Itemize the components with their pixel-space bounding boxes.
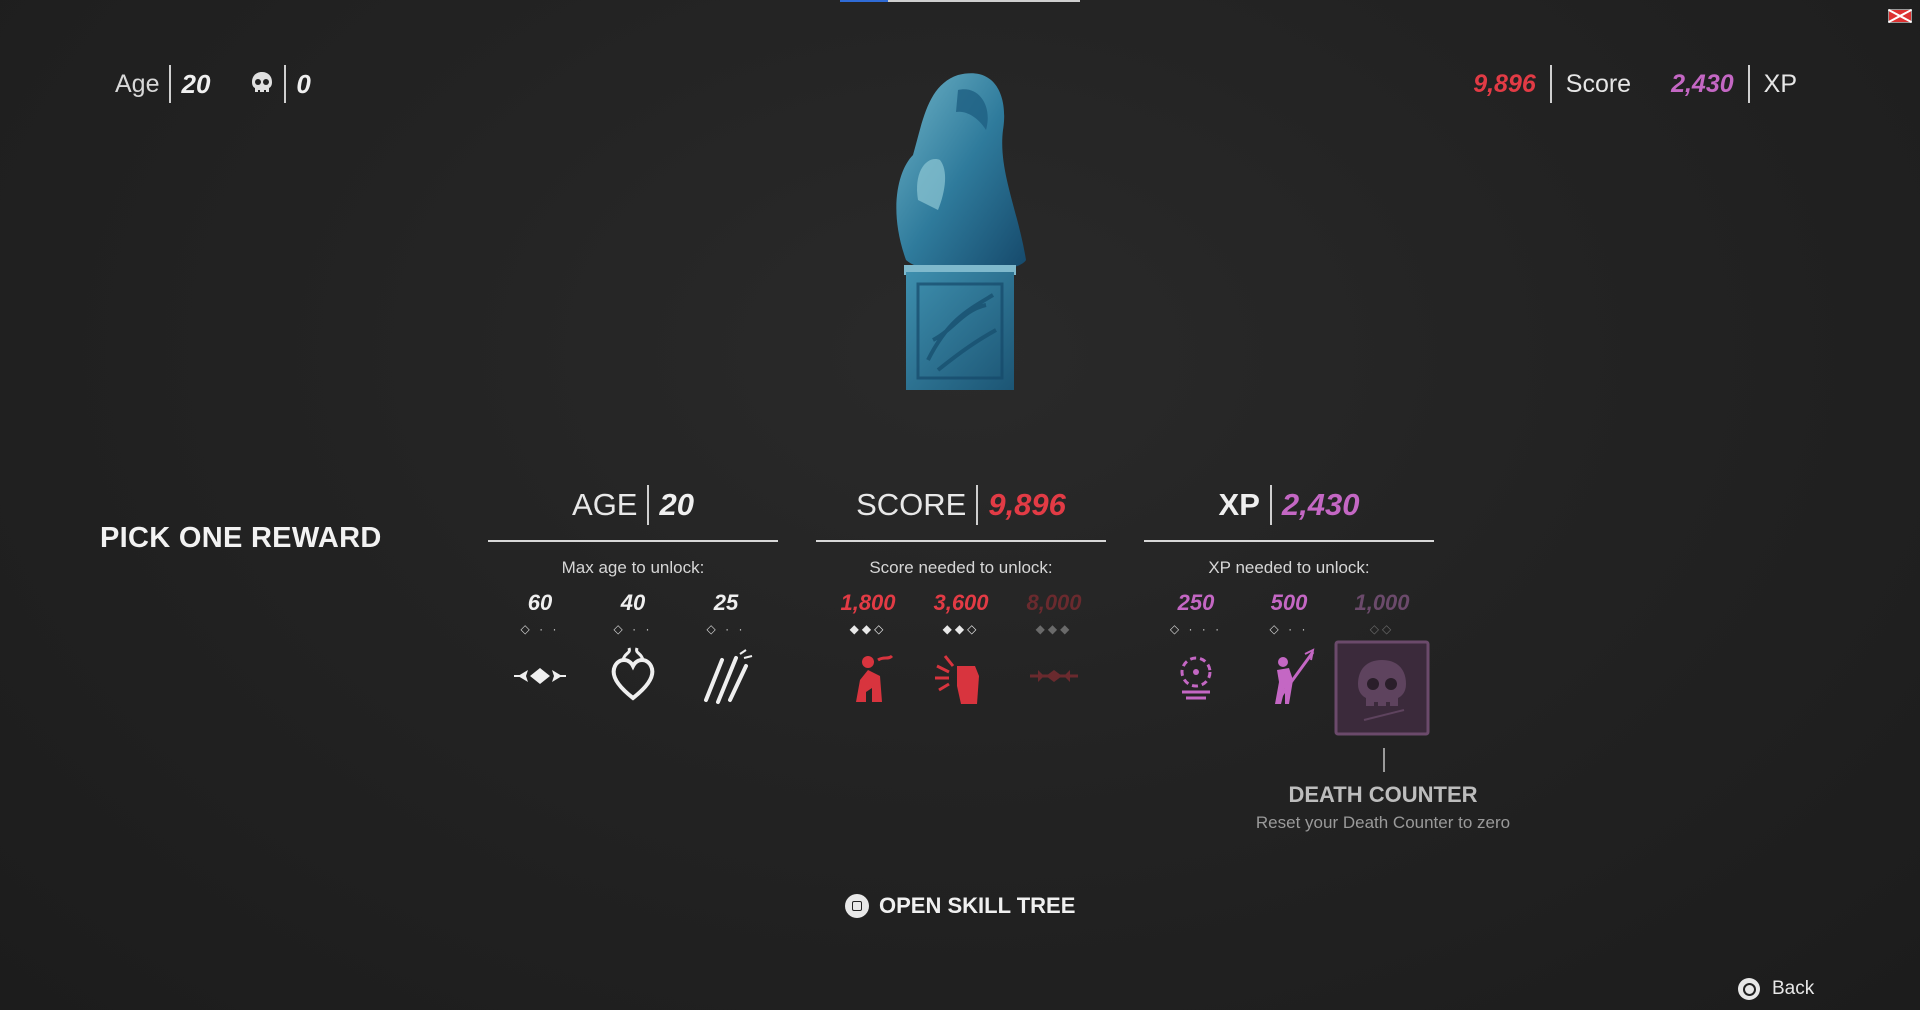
- slashes-icon: [704, 649, 753, 704]
- back-button[interactable]: Back: [1738, 978, 1814, 1000]
- reward-xp-250[interactable]: 250 ◇ · · ·: [1154, 590, 1238, 736]
- tooltip-description: Reset your Death Counter to zero: [1255, 813, 1511, 832]
- reward-age-25[interactable]: 25 ◇ · ·: [684, 590, 768, 706]
- reward-xp-500[interactable]: 500 ◇ · ·: [1247, 590, 1331, 736]
- xp-value: 2,430: [1671, 69, 1734, 98]
- deaths-value: 0: [296, 68, 311, 99]
- hud-age-deaths: Age 20 0: [115, 65, 311, 103]
- xp-head-value: 2,430: [1281, 487, 1360, 522]
- xp-column: XP 2,430 XP needed to unlock: 250 ◇ · · …: [1144, 480, 1434, 736]
- top-progress-line: [840, 0, 1080, 2]
- square-button-icon: [845, 894, 869, 918]
- score-head-label: SCORE: [856, 487, 967, 522]
- fist-burst-icon: [935, 655, 979, 704]
- skull-icon: [252, 72, 273, 92]
- skull-frame-icon: [1334, 640, 1430, 736]
- locked-diamond-icon: [1030, 670, 1078, 682]
- skill-tree-label: OPEN SKILL TREE: [879, 893, 1076, 918]
- reward-xp-1000[interactable]: 1,000 ◇◇: [1334, 590, 1430, 736]
- age-column-subtitle: Max age to unlock:: [561, 558, 705, 577]
- reward-age-60[interactable]: 60 ◇ · ·: [498, 590, 582, 706]
- circle-button-icon: [1738, 978, 1760, 1000]
- age-head-label: AGE: [572, 487, 638, 522]
- dragon-statue-image: [896, 73, 1026, 390]
- reward-age-40[interactable]: 40 ◇ · ·: [591, 590, 675, 706]
- score-value: 9,896: [1473, 69, 1536, 98]
- reward-score-3600[interactable]: 3,600 ◆◆◇: [919, 590, 1003, 706]
- tooltip-connector: [1383, 748, 1385, 772]
- age-head-value: 20: [659, 487, 694, 522]
- spear-figure-icon: [1275, 648, 1315, 704]
- tooltip-title: DEATH COUNTER: [1288, 782, 1478, 807]
- back-label: Back: [1772, 978, 1815, 999]
- target-icon: [1180, 656, 1212, 700]
- xp-head-label: XP: [1218, 487, 1260, 522]
- age-label: Age: [115, 69, 160, 98]
- score-label: Score: [1565, 69, 1632, 98]
- diamond-wings-icon: [514, 668, 566, 684]
- flag-icon: [1888, 9, 1912, 23]
- flaming-heart-icon: [611, 647, 655, 701]
- score-head-value: 9,896: [988, 487, 1066, 522]
- score-column-subtitle: Score needed to unlock:: [869, 558, 1053, 577]
- xp-column-subtitle: XP needed to unlock:: [1208, 558, 1370, 577]
- score-column: SCORE 9,896 Score needed to unlock: 1,80…: [816, 480, 1106, 706]
- reward-score-8000[interactable]: 8,000 ◆◆◆: [1012, 590, 1096, 706]
- reward-score-1800[interactable]: 1,800 ◆◆◇: [826, 590, 910, 706]
- crouching-figure-icon: [856, 654, 894, 702]
- xp-label: XP: [1763, 69, 1797, 98]
- age-value: 20: [181, 68, 211, 99]
- age-column: AGE 20 Max age to unlock: 60 ◇ · · 40 ◇ …: [488, 480, 778, 706]
- hud-score-xp: 9,896 Score 2,430 XP: [1473, 65, 1797, 103]
- open-skill-tree-button[interactable]: OPEN SKILL TREE: [845, 893, 1075, 919]
- pick-reward-title: PICK ONE REWARD: [100, 522, 382, 554]
